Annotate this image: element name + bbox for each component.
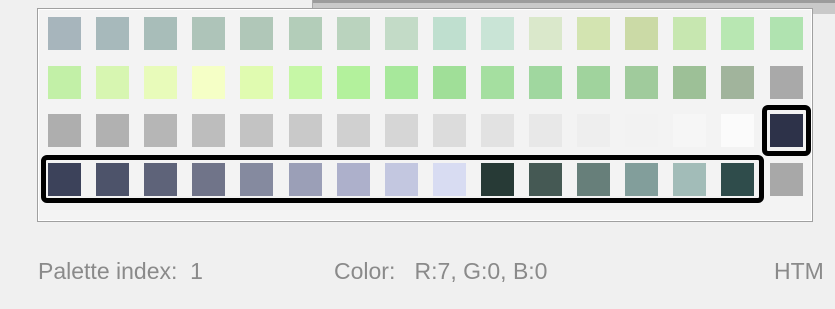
palette-swatch[interactable] [433,114,466,147]
palette-swatch[interactable] [385,114,418,147]
palette-swatch[interactable] [337,66,370,99]
palette-swatch[interactable] [192,17,225,50]
palette-swatch[interactable] [192,163,225,196]
palette-swatch[interactable] [240,66,273,99]
palette-swatch[interactable] [481,17,514,50]
palette-swatch[interactable] [673,163,706,196]
palette-swatch[interactable] [673,114,706,147]
palette-swatch[interactable] [289,163,322,196]
palette-swatch[interactable] [48,66,81,99]
palette-swatch[interactable] [577,163,610,196]
palette-swatch[interactable] [385,17,418,50]
status-bar: Palette index: 1 Color: R:7, G:0, B:0 HT… [0,240,835,300]
palette-swatch[interactable] [289,66,322,99]
palette-swatch[interactable] [433,66,466,99]
palette-swatch[interactable] [337,163,370,196]
palette-swatch[interactable] [48,163,81,196]
palette-swatch[interactable] [481,114,514,147]
palette-index-label: Palette index: 1 [38,258,203,284]
palette-swatch[interactable] [529,114,562,147]
palette-swatch[interactable] [96,17,129,50]
palette-swatch[interactable] [385,66,418,99]
palette-swatch[interactable] [770,17,803,50]
palette-swatch[interactable] [144,66,177,99]
palette-swatch[interactable] [192,66,225,99]
palette-swatch[interactable] [673,66,706,99]
palette-swatch[interactable] [192,114,225,147]
palette-swatch[interactable] [577,66,610,99]
palette-swatch[interactable] [577,17,610,50]
palette-swatch[interactable] [96,66,129,99]
palette-swatch[interactable] [96,163,129,196]
palette-swatch[interactable] [240,17,273,50]
palette-swatch[interactable] [625,17,658,50]
html-color-label: HTM [774,258,824,284]
palette-swatch[interactable] [433,163,466,196]
palette-swatch[interactable] [240,114,273,147]
palette-swatch[interactable] [625,66,658,99]
palette-swatch[interactable] [48,114,81,147]
palette-swatch[interactable] [770,163,803,196]
palette-swatch[interactable] [289,17,322,50]
color-value-label: Color: R:7, G:0, B:0 [334,258,548,284]
palette-swatch[interactable] [337,114,370,147]
palette-swatch[interactable] [481,163,514,196]
palette-swatch[interactable] [144,114,177,147]
palette-swatch[interactable] [144,17,177,50]
palette-swatch[interactable] [529,163,562,196]
palette-swatch[interactable] [673,17,706,50]
palette-swatch[interactable] [770,66,803,99]
palette-swatch[interactable] [529,17,562,50]
palette-swatch[interactable] [721,66,754,99]
palette-swatch[interactable] [240,163,273,196]
palette-swatch[interactable] [385,163,418,196]
palette-swatch[interactable] [433,17,466,50]
palette-swatch[interactable] [481,66,514,99]
palette-swatch[interactable] [721,163,754,196]
palette-swatch[interactable] [625,114,658,147]
palette-swatch[interactable] [625,163,658,196]
palette-swatch[interactable] [721,17,754,50]
palette-swatch[interactable] [48,17,81,50]
palette-swatch[interactable] [289,114,322,147]
palette-swatch[interactable] [770,114,803,147]
palette-swatch[interactable] [144,163,177,196]
palette-swatch[interactable] [529,66,562,99]
dialog-right-edge [822,14,835,309]
palette-swatch[interactable] [337,17,370,50]
palette-swatch[interactable] [721,114,754,147]
palette-swatch[interactable] [577,114,610,147]
palette-swatch[interactable] [96,114,129,147]
